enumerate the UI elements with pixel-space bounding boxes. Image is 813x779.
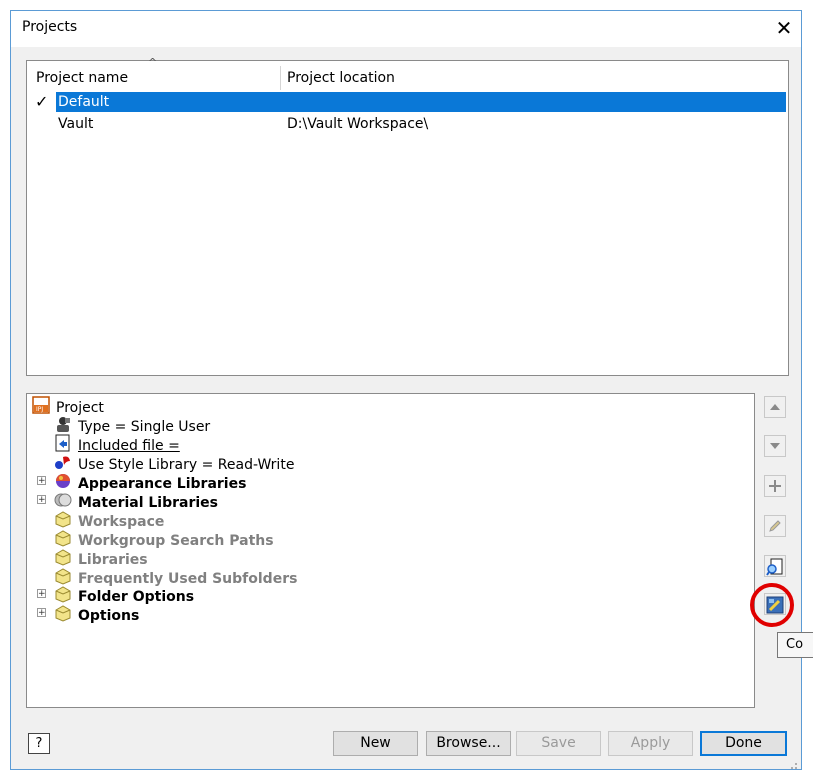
project-row-vault[interactable]: Vault D:\Vault Workspace\ (28, 114, 786, 134)
tree-node-label: Type = Single User (78, 419, 211, 435)
find-button[interactable] (764, 555, 786, 577)
triangle-down-icon (770, 443, 780, 449)
triangle-up-icon (770, 404, 780, 410)
new-button[interactable]: New (333, 731, 418, 756)
tree-node-frequently-used-subfolders[interactable]: Frequently Used Subfolders (54, 567, 297, 587)
close-icon[interactable]: ✕ (770, 14, 798, 42)
column-separator[interactable] (280, 66, 281, 90)
move-down-button[interactable] (764, 435, 786, 457)
tree-node-label: Material Libraries (78, 495, 219, 511)
tree-node-label: Use Style Library = Read-Write (78, 457, 295, 473)
tree-node-label: Libraries (78, 552, 148, 568)
add-path-button[interactable] (764, 475, 786, 497)
title-bar[interactable] (11, 11, 801, 47)
tree-node-folder-options[interactable]: Folder Options (54, 585, 195, 605)
expand-toggle[interactable]: + (37, 608, 46, 618)
tree-node-workgroup-search-paths[interactable]: Workgroup Search Paths (54, 529, 274, 549)
tree-node-style-library[interactable]: Use Style Library = Read-Write (54, 453, 295, 473)
tree-node-project[interactable]: IPJ Project (32, 396, 104, 416)
ipj-file-icon: IPJ (32, 396, 50, 420)
tree-node-options[interactable]: Options (54, 604, 140, 624)
tree-node-appearance-libraries[interactable]: Appearance Libraries (54, 472, 247, 492)
apply-button[interactable]: Apply (608, 731, 693, 756)
dialog-title: Projects (22, 19, 78, 35)
tree-node-label: Options (78, 608, 140, 624)
project-location: D:\Vault Workspace\ (287, 116, 429, 132)
expand-toggle[interactable]: + (37, 476, 46, 486)
pencil-icon (769, 520, 781, 532)
tree-node-workspace[interactable]: Workspace (54, 510, 165, 530)
tree-node-type[interactable]: Type = Single User (54, 415, 211, 435)
edit-button[interactable] (764, 515, 786, 537)
sort-ascending-icon: ^ (148, 56, 158, 69)
project-name: Default (58, 94, 110, 110)
svg-text:IPJ: IPJ (36, 406, 43, 413)
tree-node-libraries[interactable]: Libraries (54, 548, 148, 568)
resize-grip-icon[interactable] (786, 758, 798, 769)
project-row-default[interactable]: Default (28, 92, 786, 112)
tree-node-label: Workgroup Search Paths (78, 533, 274, 549)
tree-node-label: Included file = (78, 438, 180, 454)
tree-node-included-file[interactable]: Included file = (54, 434, 180, 454)
done-button[interactable]: Done (700, 731, 787, 756)
expand-toggle[interactable]: + (37, 589, 46, 599)
tree-node-material-libraries[interactable]: Material Libraries (54, 491, 219, 511)
browse-button[interactable]: Browse... (426, 731, 511, 756)
column-header-project-name[interactable]: Project name (36, 66, 128, 90)
highlight-circle (750, 583, 794, 627)
column-header-project-location[interactable]: Project location (287, 66, 395, 90)
tooltip: Co (777, 632, 813, 658)
folder-icon (54, 604, 72, 628)
tree-node-label: Appearance Libraries (78, 476, 247, 492)
save-button[interactable]: Save (516, 731, 601, 756)
tree-node-label: Project (56, 400, 104, 416)
tree-node-label: Workspace (78, 514, 165, 530)
move-up-button[interactable] (764, 396, 786, 418)
expand-toggle[interactable]: + (37, 495, 46, 505)
plus-icon (769, 480, 781, 492)
project-name: Vault (58, 116, 94, 132)
help-button[interactable]: ? (28, 733, 50, 754)
find-file-icon (766, 558, 783, 576)
tree-node-label: Folder Options (78, 589, 195, 605)
